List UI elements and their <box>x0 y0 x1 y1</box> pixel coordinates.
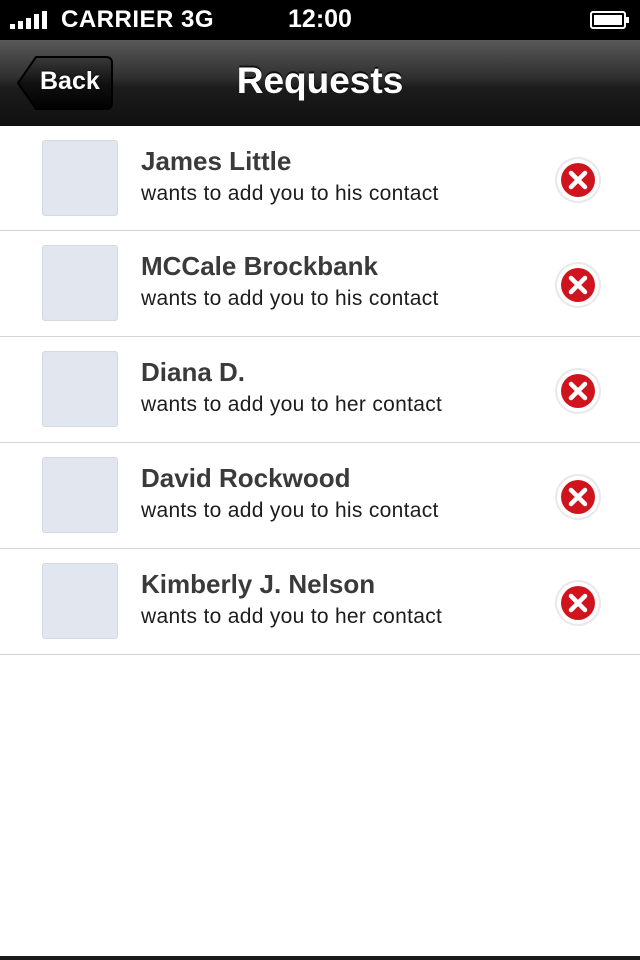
request-message: wants to add you to his contact <box>141 499 439 522</box>
status-time: 12:00 <box>288 5 352 33</box>
remove-request-icon[interactable] <box>554 579 602 627</box>
request-message: wants to add you to his contact <box>141 182 439 205</box>
navigation-bar: Back Requests <box>0 40 640 128</box>
remove-request-icon[interactable] <box>554 473 602 521</box>
avatar <box>42 457 118 533</box>
request-row: Kimberly J. Nelson wants to add you to h… <box>0 549 640 655</box>
request-row: Diana D. wants to add you to her contact <box>0 337 640 443</box>
request-row: James Little wants to add you to his con… <box>0 126 640 231</box>
remove-request-icon[interactable] <box>554 156 602 204</box>
request-message: wants to add you to her contact <box>141 605 443 628</box>
avatar <box>42 140 118 216</box>
remove-request-icon[interactable] <box>554 367 602 415</box>
avatar <box>42 563 118 639</box>
request-name: Kimberly J. Nelson <box>141 569 376 599</box>
request-message: wants to add you to her contact <box>141 393 443 416</box>
avatar <box>42 245 118 321</box>
page-title: Requests <box>236 60 404 101</box>
request-row: David Rockwood wants to add you to his c… <box>0 443 640 549</box>
request-list: James Little wants to add you to his con… <box>0 126 640 655</box>
request-name: MCCale Brockbank <box>141 251 378 281</box>
bottom-edge <box>0 956 640 960</box>
request-message: wants to add you to his contact <box>141 287 439 310</box>
avatar <box>42 351 118 427</box>
request-name: James Little <box>141 146 292 176</box>
status-bar: CARRIER 3G 12:00 <box>0 0 640 40</box>
request-name: David Rockwood <box>141 463 351 493</box>
request-row: MCCale Brockbank wants to add you to his… <box>0 231 640 337</box>
battery-full-icon <box>590 11 629 29</box>
remove-request-icon[interactable] <box>554 261 602 309</box>
request-name: Diana D. <box>141 357 246 387</box>
